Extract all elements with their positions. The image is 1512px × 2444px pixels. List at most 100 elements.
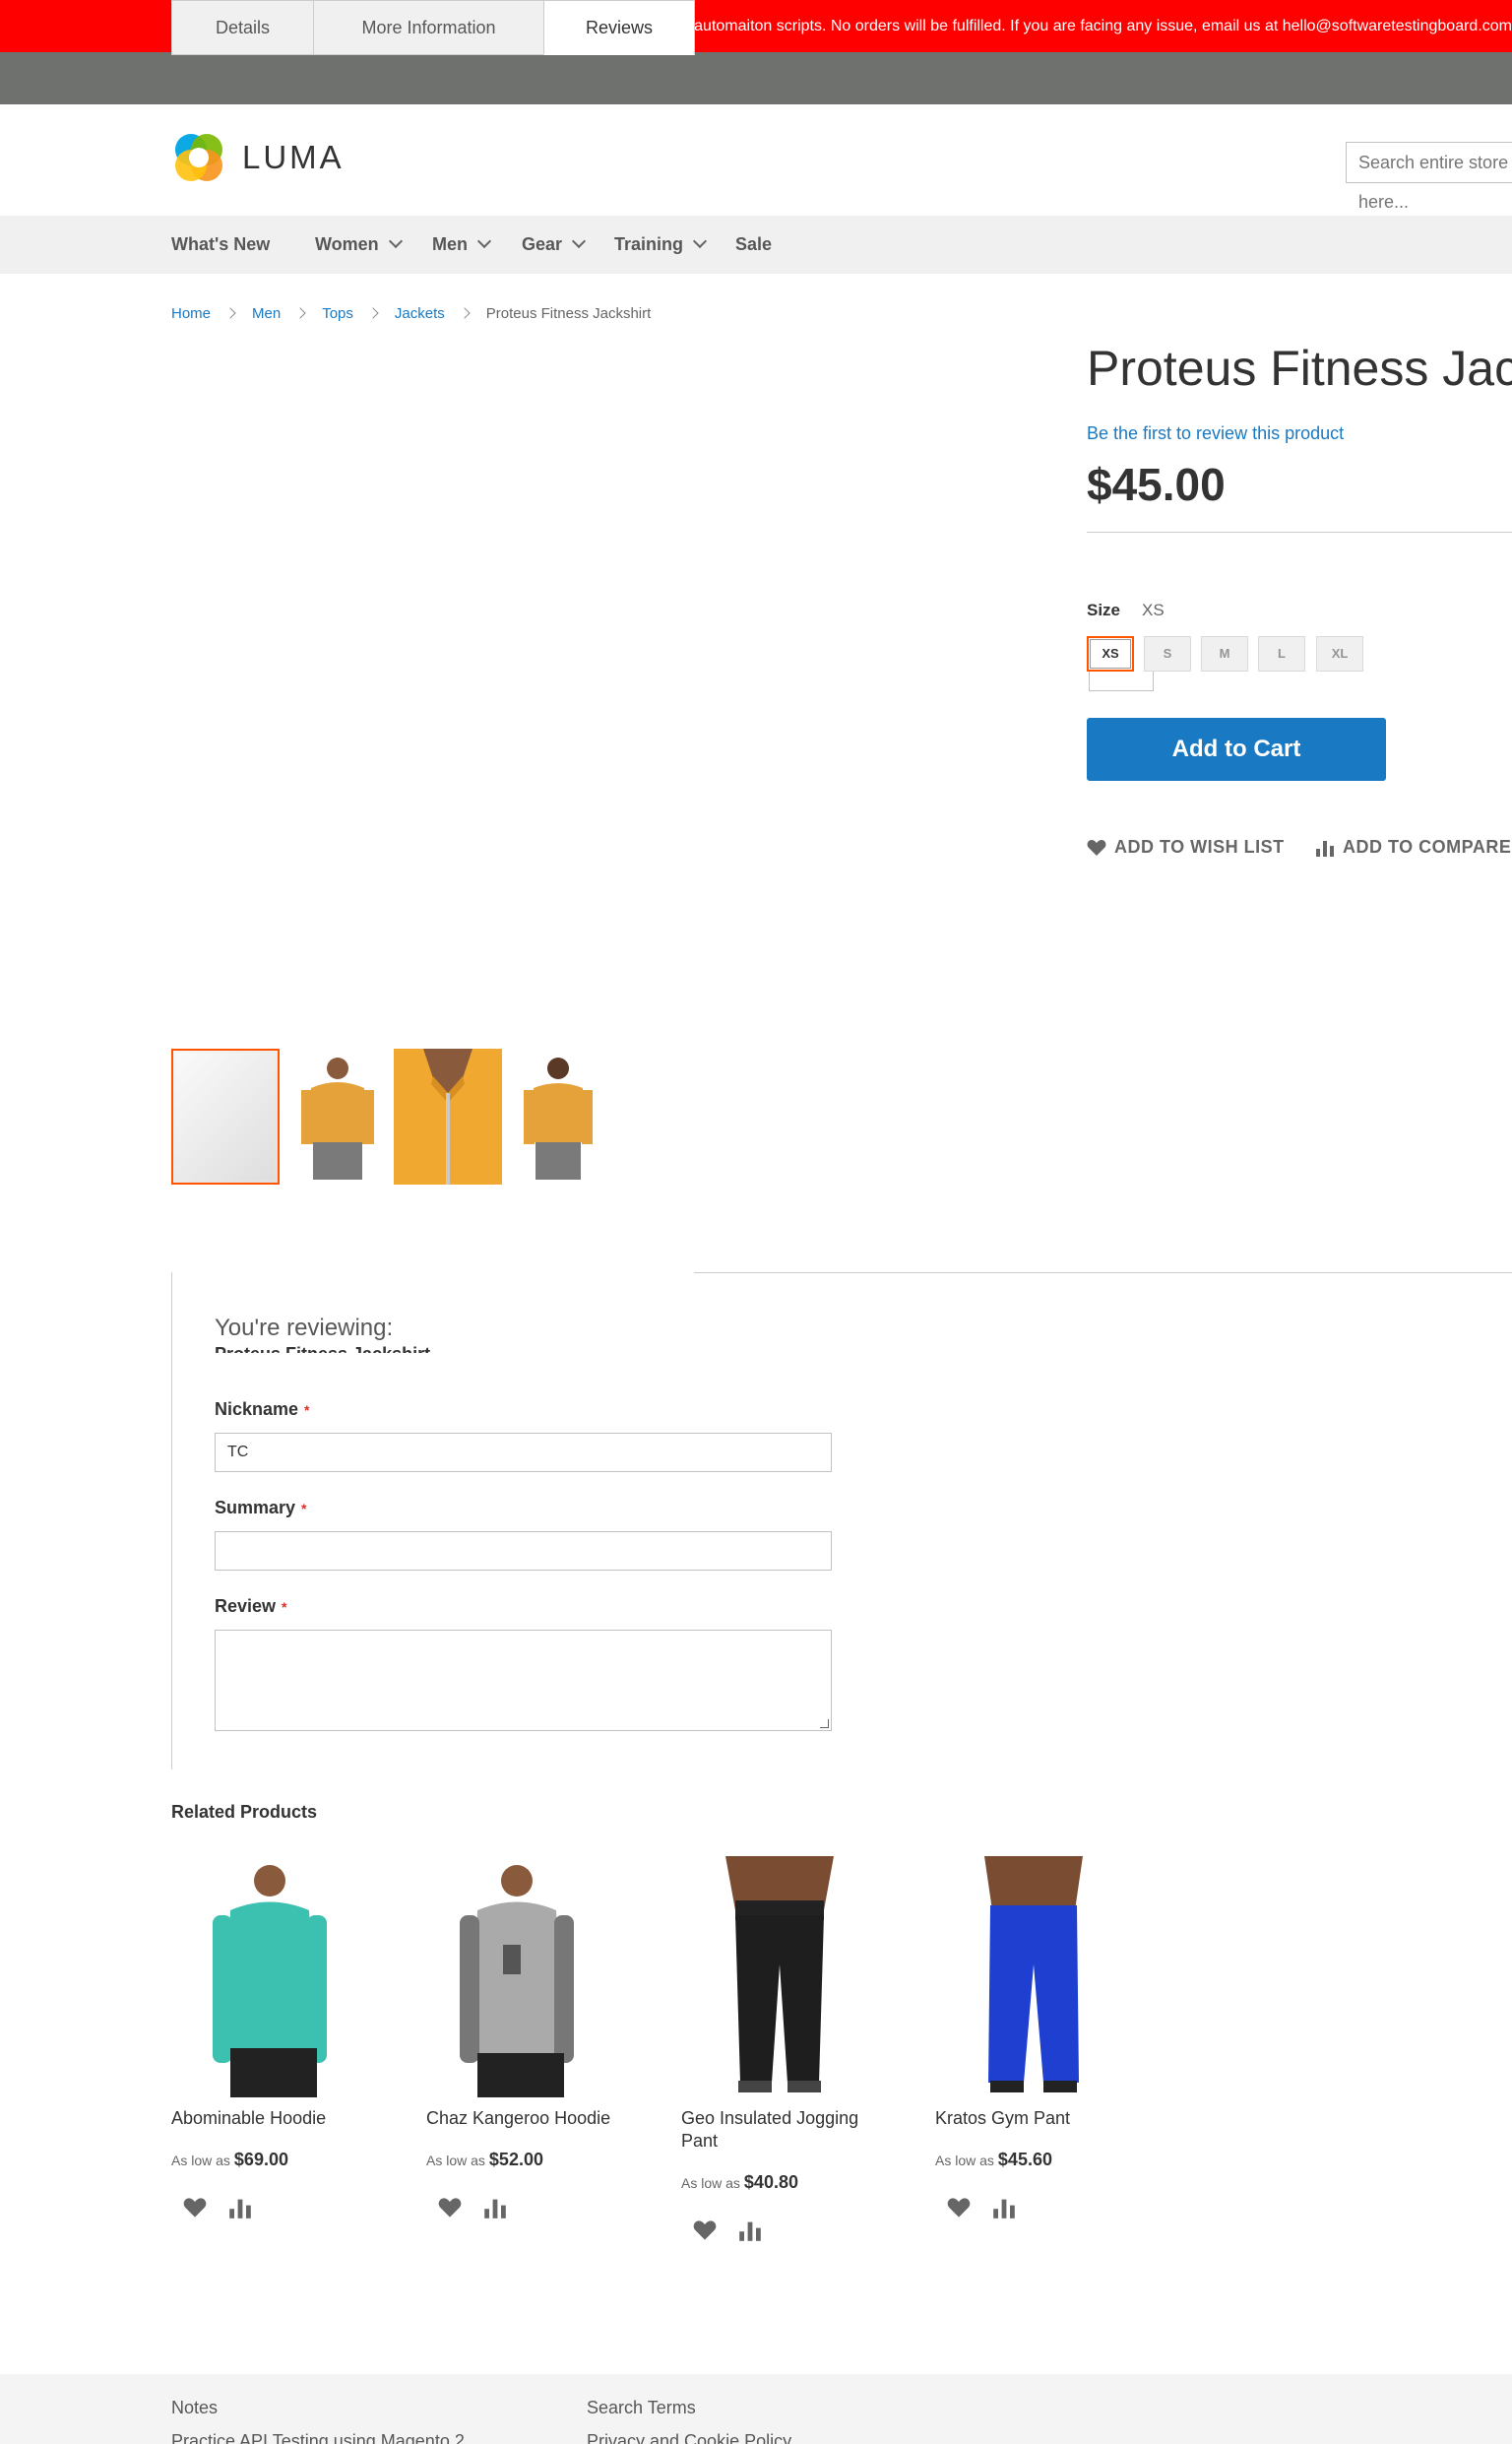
breadcrumb-tops[interactable]: Tops (322, 305, 353, 322)
heart-icon[interactable] (183, 2196, 207, 2219)
product-name[interactable]: Chaz Kangeroo Hoodie (426, 2107, 623, 2130)
compare-label: ADD TO COMPARE (1343, 837, 1512, 857)
page-footer: Notes Practice API Testing using Magento… (0, 2374, 1512, 2444)
qty-field-partial (1089, 670, 1154, 691)
size-selected-value: XS (1142, 601, 1165, 619)
add-to-compare-link[interactable]: ADD TO COMPARE (1315, 837, 1511, 858)
chevron-right-icon (367, 307, 379, 319)
review-label: Review * (215, 1596, 287, 1617)
chevron-down-icon (476, 233, 492, 249)
nav-label: Training (614, 234, 684, 254)
chevron-down-icon (388, 233, 403, 249)
luma-logo-icon (175, 134, 222, 181)
breadcrumb: Home Men Tops Jackets Proteus Fitness Jacksh… (171, 305, 651, 322)
product-image[interactable] (171, 1856, 388, 2097)
product-price: $45.00 (1087, 459, 1226, 510)
product-price: As low as $69.00 (171, 2150, 288, 2170)
compare-icon[interactable] (992, 2196, 1016, 2219)
price-value: $40.80 (743, 2172, 798, 2192)
breadcrumb-current: Proteus Fitness Jackshirt (485, 305, 652, 322)
required-mark: * (301, 1501, 307, 1516)
breadcrumb-men[interactable]: Men (252, 305, 281, 322)
review-textarea[interactable] (215, 1630, 832, 1731)
compare-icon (1316, 840, 1334, 857)
tab-panel-border (171, 1272, 172, 1769)
reviewing-label: You're reviewing: (215, 1315, 394, 1341)
nav-item-women[interactable]: Women (315, 216, 403, 274)
main-nav: What's New Women Men Gear Training Sale (0, 216, 1512, 274)
breadcrumb-jackets[interactable]: Jackets (395, 305, 445, 322)
gallery-thumb[interactable] (394, 1049, 502, 1185)
compare-icon[interactable] (738, 2219, 762, 2242)
nav-label: Sale (735, 234, 773, 254)
footer-link-search-terms[interactable]: Search Terms (587, 2398, 696, 2418)
resize-handle-icon[interactable] (820, 1719, 829, 1728)
chevron-right-icon (224, 307, 236, 319)
product-title: Proteus Fitness Jackshirt (1087, 341, 1512, 396)
nav-item-sale[interactable]: Sale (735, 216, 772, 274)
product-photo-front (284, 1049, 392, 1185)
related-products-title: Related Products (171, 1802, 318, 1822)
size-swatch-l[interactable]: L (1258, 636, 1305, 672)
search-placeholder: Search entire store here... (1358, 153, 1509, 212)
size-swatch-m[interactable]: M (1201, 636, 1248, 672)
product-name[interactable]: Kratos Gym Pant (935, 2107, 1132, 2130)
nav-item-men[interactable]: Men (432, 216, 492, 274)
size-label: Size (1087, 601, 1121, 619)
logo[interactable]: LUMA (171, 130, 345, 185)
product-image[interactable] (426, 1856, 643, 2097)
breadcrumb-home[interactable]: Home (171, 305, 211, 322)
tab-more-information[interactable]: More Information (313, 0, 544, 55)
summary-label-text: Summary (215, 1498, 296, 1517)
review-link[interactable]: Be the first to review this product (1087, 423, 1344, 444)
gallery-thumb-active[interactable] (171, 1049, 280, 1185)
product-photo-back (504, 1049, 612, 1185)
chevron-down-icon (571, 233, 587, 249)
size-swatch-s[interactable]: S (1144, 636, 1191, 672)
product-photo-closeup (394, 1049, 502, 1185)
price-value: $45.60 (997, 2150, 1052, 2169)
heart-icon[interactable] (693, 2219, 717, 2242)
summary-field[interactable] (215, 1531, 832, 1571)
wishlist-label: ADD TO WISH LIST (1114, 837, 1285, 857)
heart-icon (1087, 839, 1106, 856)
heart-icon[interactable] (438, 2196, 462, 2219)
product-image[interactable] (681, 1856, 898, 2097)
product-price: As low as $45.60 (935, 2150, 1052, 2170)
price-value: $69.00 (233, 2150, 288, 2169)
nav-item-gear[interactable]: Gear (522, 216, 587, 274)
product-price: As low as $40.80 (681, 2172, 798, 2193)
product-image[interactable] (935, 1856, 1152, 2097)
size-swatch-xl[interactable]: XL (1316, 636, 1363, 672)
footer-link-privacy[interactable]: Privacy and Cookie Policy (587, 2431, 791, 2444)
search-input[interactable]: Search entire store here... (1346, 142, 1512, 212)
nickname-label-text: Nickname (215, 1399, 299, 1419)
size-swatch-xs[interactable]: XS (1087, 636, 1134, 672)
footer-link-notes[interactable]: Notes (171, 2398, 218, 2418)
product-name[interactable]: Geo Insulated Jogging Pant (681, 2107, 878, 2153)
product-name[interactable]: Abominable Hoodie (171, 2107, 368, 2130)
compare-icon[interactable] (483, 2196, 507, 2219)
nav-item-whats-new[interactable]: What's New (171, 216, 270, 274)
nickname-field[interactable]: TC (215, 1433, 832, 1472)
footer-link-api-testing[interactable]: Practice API Testing using Magento 2 (171, 2431, 465, 2444)
tab-details[interactable]: Details (171, 0, 314, 55)
add-to-cart-button[interactable]: Add to Cart (1087, 718, 1386, 781)
gallery-thumb[interactable] (504, 1049, 612, 1185)
as-low-as-label: As low as (681, 2175, 740, 2191)
reviewing-product-name: Proteus Fitness Jackshirt (215, 1344, 430, 1353)
nickname-value: TC (227, 1444, 249, 1460)
nav-item-training[interactable]: Training (614, 216, 708, 274)
chevron-right-icon (294, 307, 306, 319)
nav-label: Men (432, 234, 468, 254)
add-to-wishlist-link[interactable]: ADD TO WISH LIST (1087, 837, 1285, 858)
heart-icon[interactable] (947, 2196, 971, 2219)
nav-label: Women (315, 234, 379, 254)
required-mark: * (282, 1599, 287, 1615)
review-label-text: Review (215, 1596, 277, 1616)
compare-icon[interactable] (228, 2196, 252, 2219)
tab-reviews[interactable]: Reviews (543, 0, 695, 55)
chevron-right-icon (459, 307, 471, 319)
as-low-as-label: As low as (171, 2153, 230, 2168)
gallery-thumb[interactable] (284, 1049, 392, 1185)
